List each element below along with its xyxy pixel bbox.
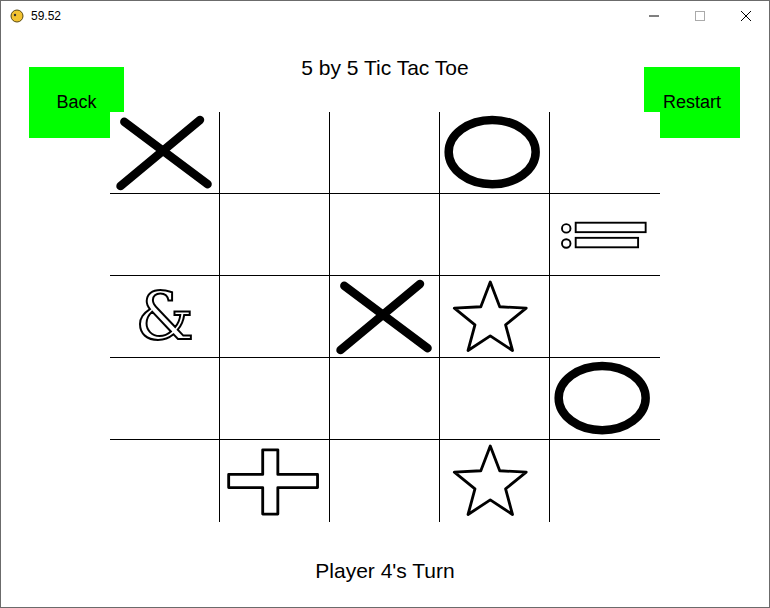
x-mark-icon	[113, 114, 217, 192]
board-cell[interactable]	[330, 358, 440, 440]
window-controls	[631, 1, 769, 31]
ampersand-mark: &	[135, 284, 194, 350]
board-cell[interactable]	[220, 112, 330, 194]
board-cell[interactable]	[330, 276, 440, 358]
board-cell[interactable]	[550, 194, 660, 276]
plus-mark-icon	[223, 442, 327, 520]
board-cell[interactable]	[550, 358, 660, 440]
turn-status: Player 4's Turn	[315, 558, 454, 584]
board-cell[interactable]	[330, 440, 440, 522]
minimize-button[interactable]	[631, 1, 677, 31]
board-cell[interactable]	[440, 440, 550, 522]
dots-bars-mark-icon	[553, 196, 657, 274]
board-cell[interactable]	[550, 440, 660, 522]
board-cell[interactable]: &	[110, 276, 220, 358]
game-window: 59.52BackRestart5 by 5 Tic Tac Toe&Playe…	[0, 0, 770, 608]
o-mark-icon	[553, 360, 657, 438]
board-cell[interactable]	[220, 358, 330, 440]
close-icon	[741, 11, 751, 21]
window-title: 59.52	[31, 9, 61, 23]
board-cell[interactable]	[550, 112, 660, 194]
board-cell[interactable]	[330, 194, 440, 276]
board-cell[interactable]	[220, 276, 330, 358]
board-cell[interactable]	[220, 194, 330, 276]
x-mark-icon	[333, 278, 437, 356]
maximize-icon	[695, 11, 705, 21]
board-cell[interactable]	[440, 358, 550, 440]
o-mark-icon	[443, 114, 547, 192]
board-cell[interactable]	[110, 194, 220, 276]
board-cell[interactable]	[110, 358, 220, 440]
star-mark-icon	[443, 442, 547, 520]
title-bar: 59.52	[1, 1, 769, 31]
star-mark-icon	[443, 278, 547, 356]
board-cell[interactable]	[110, 112, 220, 194]
board-cell[interactable]	[110, 440, 220, 522]
maximize-button[interactable]	[677, 1, 723, 31]
pygame-icon	[9, 8, 25, 24]
game-area: BackRestart5 by 5 Tic Tac Toe&Player 4's…	[1, 31, 769, 607]
board-cell[interactable]	[550, 276, 660, 358]
game-title: 5 by 5 Tic Tac Toe	[301, 55, 468, 81]
board-cell[interactable]	[440, 194, 550, 276]
game-board: &	[110, 112, 660, 522]
board-cell[interactable]	[220, 440, 330, 522]
minimize-icon	[649, 11, 659, 21]
board-cell[interactable]	[440, 276, 550, 358]
board-cell[interactable]	[440, 112, 550, 194]
close-button[interactable]	[723, 1, 769, 31]
board-cell[interactable]	[330, 112, 440, 194]
